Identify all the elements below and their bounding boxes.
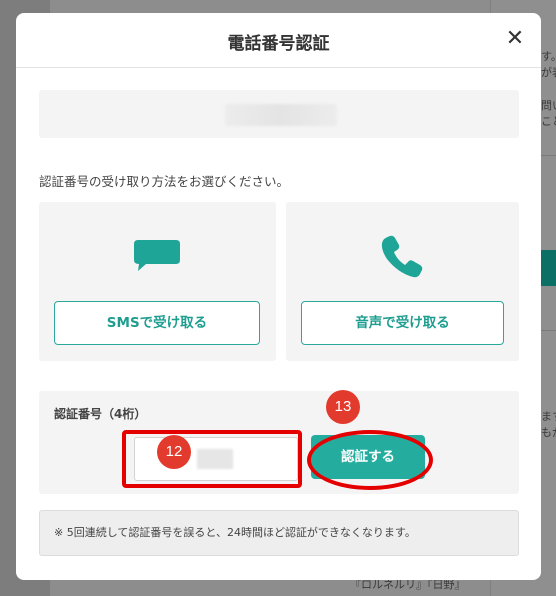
background-button [540, 250, 556, 286]
voice-option-card: 音声で受け取る [286, 202, 519, 361]
annotation-highlight-input [122, 430, 302, 488]
lockout-notice: ※ 5回連続して認証番号を誤ると、24時間ほど認証ができなくなります。 [39, 510, 519, 556]
voice-receive-button[interactable]: 音声で受け取る [301, 301, 504, 345]
method-prompt: 認証番号の受け取り方法をお選びください。 [39, 174, 290, 189]
background-text: こと [541, 115, 556, 128]
phone-verification-modal: 電話番号認証 ✕ 認証番号の受け取り方法をお選びください。 SMSで受け取る 音… [16, 13, 541, 580]
close-icon[interactable]: ✕ [503, 27, 527, 51]
code-label: 認証番号（4桁） [54, 407, 147, 421]
chat-bubble-icon [134, 240, 180, 271]
phone-icon [381, 235, 423, 278]
modal-header: 電話番号認証 ✕ [16, 13, 541, 68]
sms-option-card: SMSで受け取る [39, 202, 276, 361]
phone-number-display [39, 90, 519, 138]
background-text: 問い [541, 99, 556, 112]
step-badge-12: 12 [157, 435, 191, 469]
sms-receive-button[interactable]: SMSで受け取る [54, 301, 260, 345]
modal-title: 電話番号認証 [227, 34, 330, 54]
redacted-phone-number [225, 104, 337, 126]
background-text: す。 [541, 50, 556, 63]
annotation-highlight-button [307, 430, 433, 490]
background-text: もが [541, 426, 556, 439]
background-text: が表 [541, 66, 556, 79]
background-text: ます [541, 410, 556, 423]
step-badge-13: 13 [326, 390, 360, 424]
